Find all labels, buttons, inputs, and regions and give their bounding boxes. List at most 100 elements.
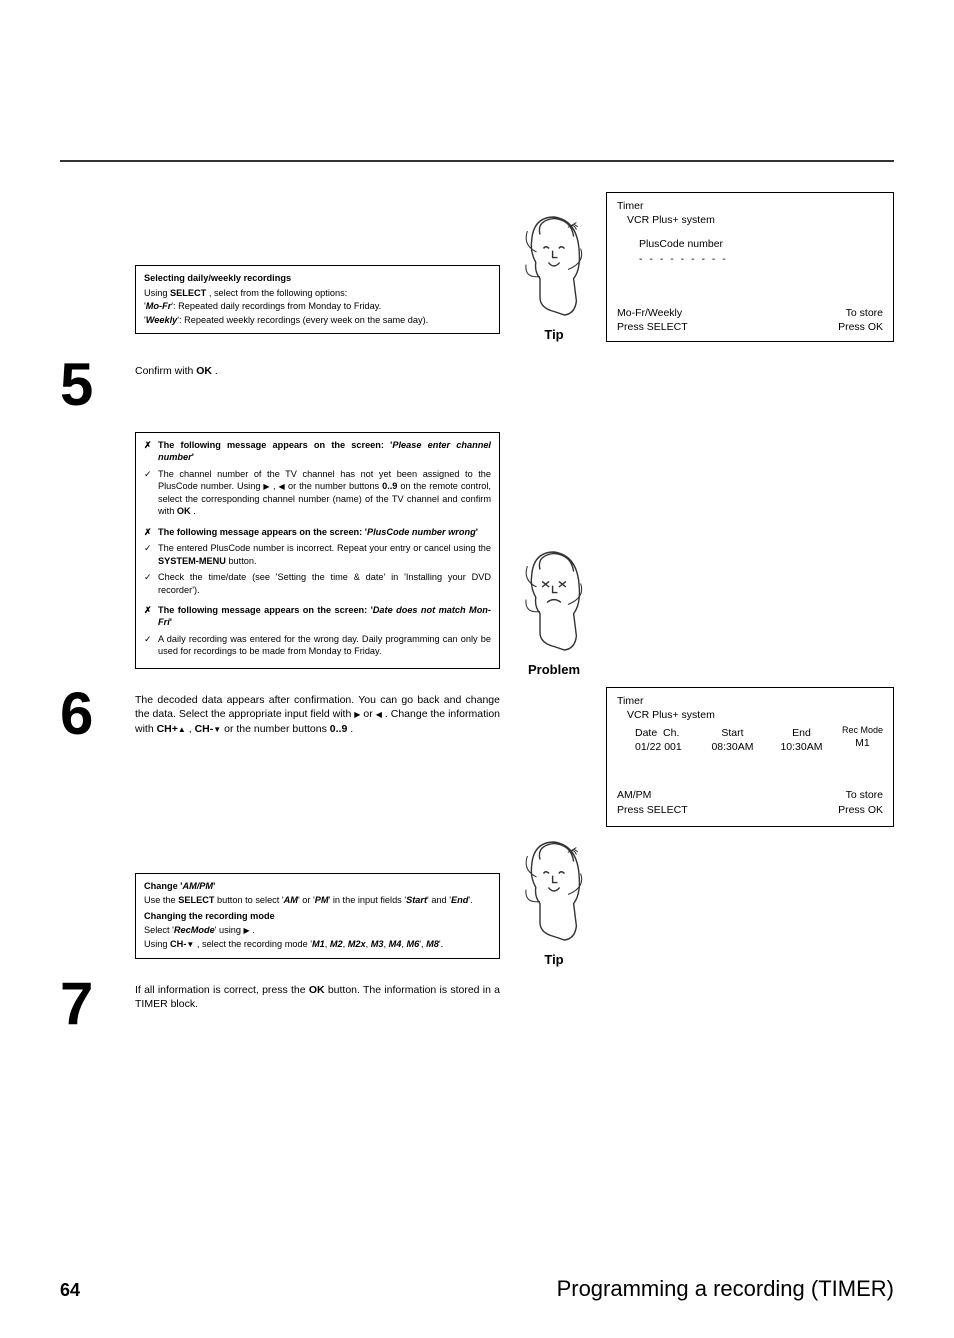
h-rec: Rec Mode: [842, 726, 883, 736]
tip-box-2: Change 'AM/PM' Use the SELECT button to …: [135, 873, 500, 959]
screen-1-bl1: Mo-Fr/Weekly: [617, 306, 688, 320]
select-button-label: SELECT: [178, 895, 214, 905]
ok-button-label: OK: [196, 365, 212, 377]
tip-label: Tip: [514, 327, 594, 342]
problem-msg-3a: The following message appears on the scr…: [158, 605, 373, 615]
problem-msg-3c: ': [170, 617, 172, 627]
h-start: Start: [704, 726, 761, 740]
h-date: Date: [635, 727, 657, 739]
problem-sol-3: Check the time/date (see 'Setting the ti…: [158, 572, 491, 594]
tip-label: Tip: [514, 952, 594, 967]
ok-button-label: OK: [177, 506, 191, 516]
problem-msg-2c: ': [476, 527, 478, 537]
text: or the number buttons: [221, 723, 330, 735]
end-label: End: [451, 895, 468, 905]
tip-box-1-title: Selecting daily/weekly recordings: [144, 272, 491, 284]
text: ': Repeated weekly recordings (every wee…: [177, 315, 428, 325]
v-start: 08:30AM: [704, 740, 761, 754]
problem-sol-4: A daily recording was entered for the wr…: [158, 634, 491, 656]
ch-minus-label: CH-: [195, 723, 214, 735]
am-label: AM: [284, 895, 298, 905]
v-ch: 001: [664, 741, 682, 753]
text: ' in the input fields ': [329, 895, 407, 905]
problem-msg-2b: PlusCode number wrong: [367, 527, 476, 537]
problem-box: The following message appears on the scr…: [135, 432, 500, 669]
text: button to select ': [214, 895, 283, 905]
tip-head-icon: [519, 210, 589, 322]
number-buttons-label: 0..9: [382, 481, 397, 491]
screen-1-br2: Press OK: [838, 320, 883, 334]
screen-1-pluscode-label: PlusCode number: [617, 237, 883, 251]
screen-1-bl2: Press SELECT: [617, 320, 688, 334]
option-weekly: Weekly: [146, 315, 178, 325]
h-ch: Ch.: [663, 727, 679, 739]
text: '.: [468, 895, 472, 905]
text: Using: [144, 288, 170, 298]
tip-head-icon: [519, 835, 589, 947]
text: .: [191, 506, 196, 516]
screen-2-title: Timer: [617, 694, 883, 708]
chapter-title: Programming a recording (TIMER): [557, 1276, 894, 1302]
tip2-title-a: Change ': [144, 881, 182, 891]
problem-msg-1c: ': [192, 452, 194, 462]
v-rec: M1: [842, 736, 883, 750]
top-rule: [60, 160, 894, 162]
m2x: M2x: [348, 939, 366, 949]
text: or the number buttons: [285, 481, 382, 491]
recmode-label: RecMode: [174, 925, 215, 935]
screen-2-bl2: Press SELECT: [617, 803, 688, 817]
text: '.: [439, 939, 443, 949]
tip2-title2: Changing the recording mode: [144, 910, 491, 922]
text: Using: [144, 939, 170, 949]
text: Select ': [144, 925, 174, 935]
option-mo-fr: Mo-Fr: [146, 301, 172, 311]
text: , select from the following options:: [206, 288, 347, 298]
text: ,: [186, 723, 195, 735]
step-7-number: 7: [60, 977, 135, 1031]
up-arrow-icon: [178, 723, 186, 735]
text: ' or ': [298, 895, 315, 905]
down-arrow-icon: [213, 723, 221, 735]
m4: M4: [389, 939, 402, 949]
h-end: End: [773, 726, 830, 740]
text: ' using: [215, 925, 244, 935]
screen-2-br2: Press OK: [838, 803, 883, 817]
ch-minus-label: CH-: [170, 939, 186, 949]
tip2-title-c: ': [213, 881, 215, 891]
problem-head-icon: [519, 545, 589, 657]
pm-label: PM: [315, 895, 329, 905]
system-menu-button-label: SYSTEM-MENU: [158, 556, 226, 566]
v-end: 10:30AM: [773, 740, 830, 754]
text: .: [347, 723, 353, 735]
m3: M3: [371, 939, 384, 949]
problem-sol-2a: The entered PlusCode number is incorrect…: [158, 543, 491, 553]
select-button-label: SELECT: [170, 288, 206, 298]
text: ' and ': [427, 895, 451, 905]
v-date: 01/22: [635, 741, 661, 753]
step-6-number: 6: [60, 687, 135, 741]
text: or: [360, 708, 375, 720]
step-5-number: 5: [60, 358, 135, 412]
problem-label: Problem: [514, 662, 594, 677]
screen-2-br1: To store: [838, 788, 883, 802]
screen-2-subtitle: VCR Plus+ system: [617, 708, 883, 722]
screen-2-bl1: AM/PM: [617, 788, 688, 802]
text: button.: [226, 556, 257, 566]
screen-1-subtitle: VCR Plus+ system: [617, 213, 883, 227]
step-5-text-end: .: [212, 365, 218, 377]
text: , select the recording mode ': [194, 939, 312, 949]
m8: M8: [426, 939, 439, 949]
screen-1: Timer VCR Plus+ system PlusCode number -…: [606, 192, 894, 342]
screen-2: Timer VCR Plus+ system Date Ch. 01/22 00…: [606, 687, 894, 827]
start-label: Start: [406, 895, 427, 905]
ch-plus-label: CH+: [157, 723, 178, 735]
step-7-text: If all information is correct, press the: [135, 984, 309, 996]
text: ': Repeated daily recordings from Monday…: [171, 301, 381, 311]
m2: M2: [330, 939, 343, 949]
problem-msg-1a: The following message appears on the scr…: [158, 440, 392, 450]
tip2-title-b: AM/PM: [182, 881, 213, 891]
page-number: 64: [60, 1280, 80, 1301]
tip-box-1: Selecting daily/weekly recordings Using …: [135, 265, 500, 334]
m6: M6: [406, 939, 419, 949]
screen-1-dashes: - - - - - - - - -: [617, 252, 883, 266]
